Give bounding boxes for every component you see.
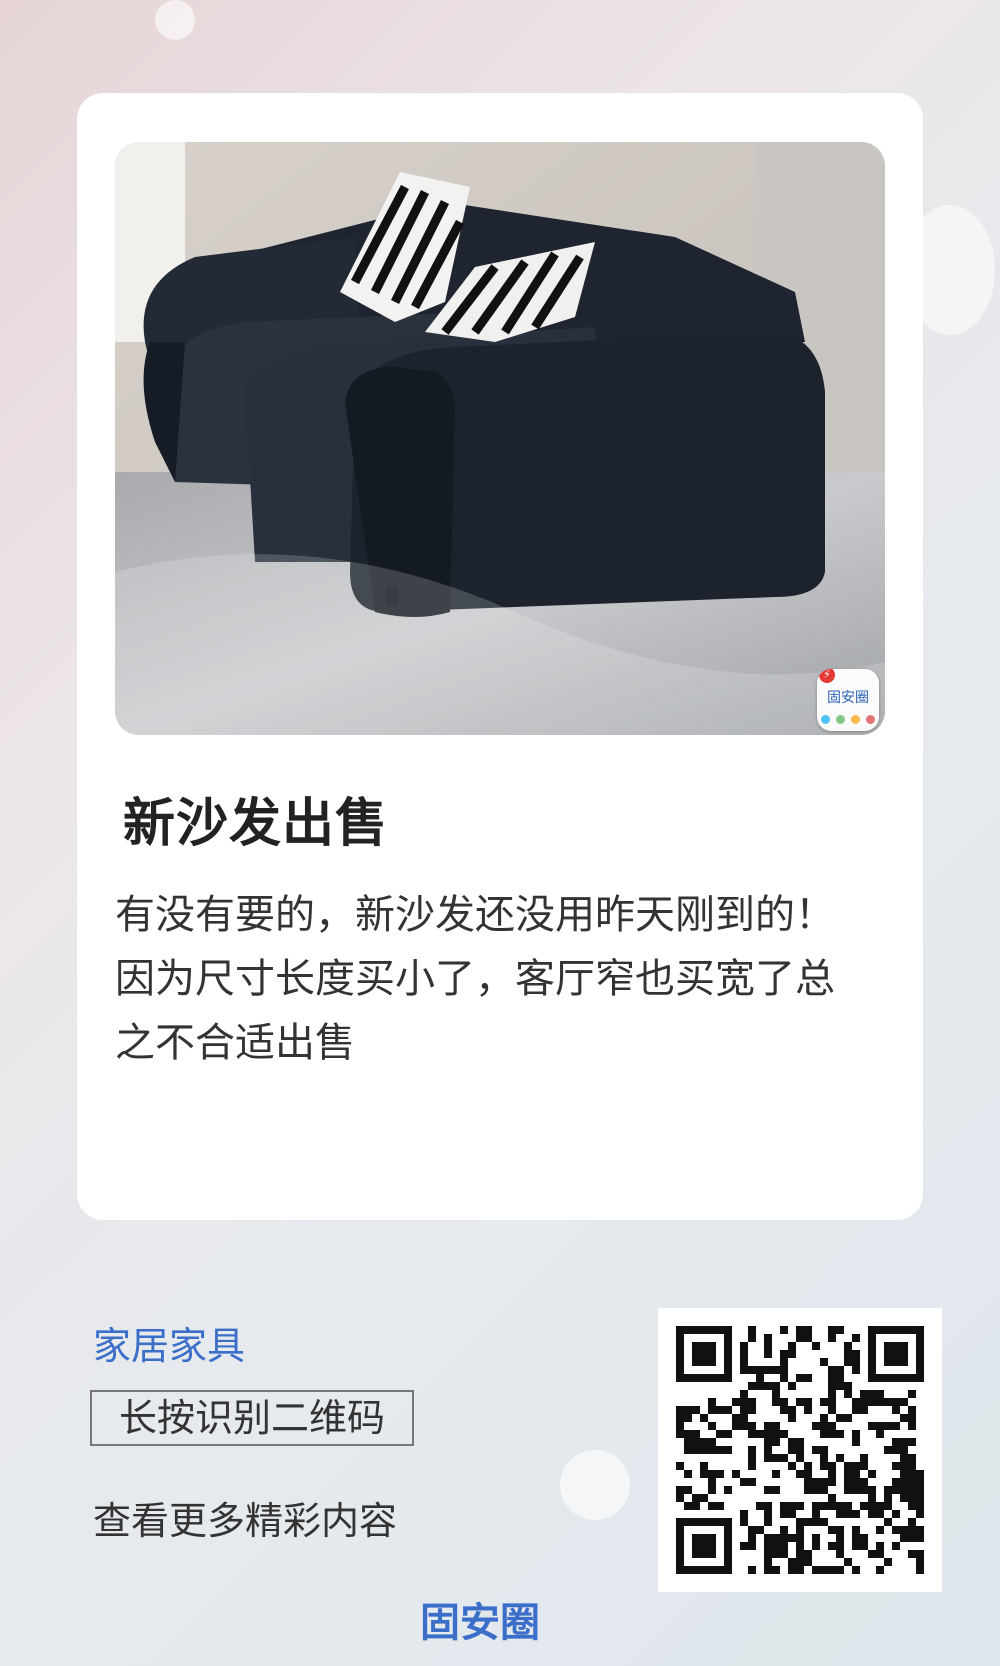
category-link[interactable]: 家居家具 — [93, 1315, 245, 1370]
post-photo[interactable]: ⚡ 固安圈 — [115, 142, 885, 735]
scan-qr-hint: 长按识别二维码 — [90, 1390, 414, 1446]
sofa-image — [115, 142, 885, 735]
app-watermark-badge: ⚡ 固安圈 — [817, 669, 879, 731]
post-description: 有没有要的，新沙发还没用昨天刚到的！因为尺寸长度买小了，客厅窄也买宽了总之不合适… — [115, 892, 835, 1066]
post-title: 新沙发出售 — [123, 794, 389, 854]
color-dots-icon — [821, 715, 875, 725]
app-watermark-label: 固安圈 — [827, 690, 869, 706]
background-bokeh — [155, 0, 195, 40]
qr-code-icon — [676, 1326, 924, 1574]
qr-code[interactable] — [658, 1308, 942, 1592]
background-bokeh — [560, 1450, 630, 1520]
bolt-icon: ⚡ — [819, 669, 835, 683]
more-content-text: 查看更多精彩内容 — [93, 1499, 398, 1543]
brand-name: 固安圈 — [420, 1600, 540, 1646]
post-card: ⚡ 固安圈 新沙发出售 有没有要的，新沙发还没用昨天刚到的！因为尺寸长度买小了，… — [77, 93, 923, 1220]
